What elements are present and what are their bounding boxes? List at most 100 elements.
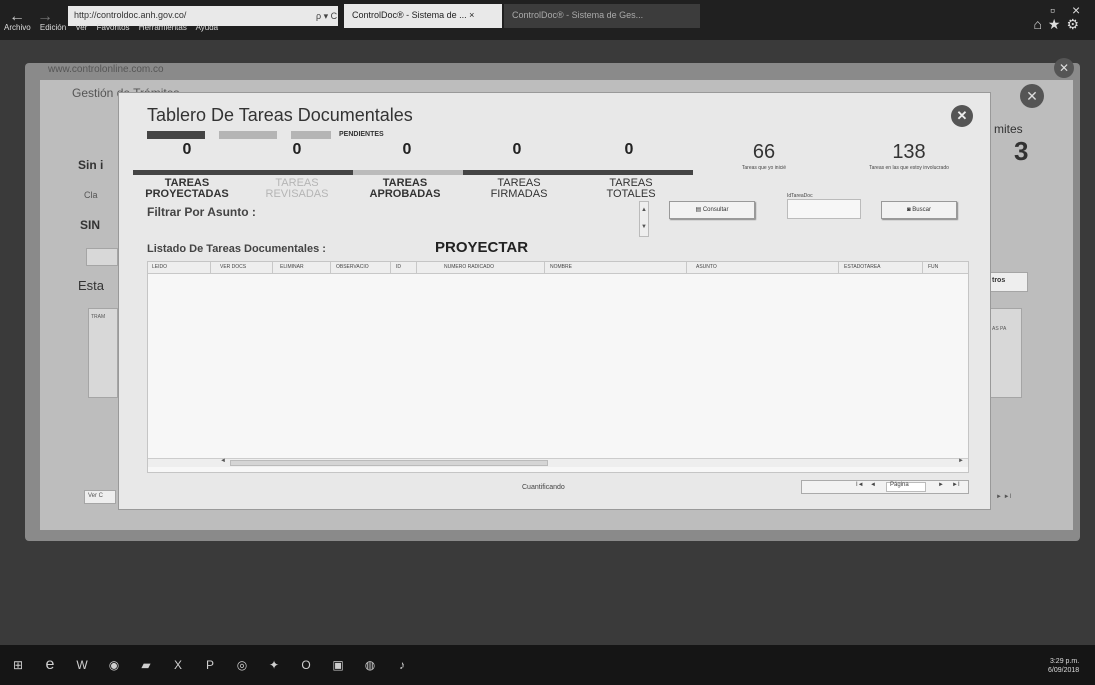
column-divider [922, 262, 923, 274]
search-label: Buscar [912, 207, 931, 213]
filter-label: Filtrar Por Asunto : [147, 205, 256, 219]
bg-text-fragment: TRAM [91, 314, 106, 320]
category-total[interactable]: TAREAS TOTALES [581, 178, 681, 200]
close-icon[interactable]: ✕ [951, 105, 973, 127]
menu-item[interactable]: Ver [75, 23, 87, 32]
scroll-right-icon[interactable]: ► [958, 458, 964, 464]
column-divider [330, 262, 331, 274]
clock-date: 6/09/2018 [1048, 667, 1080, 674]
category-reviewed[interactable]: TAREAS REVISADAS [247, 178, 347, 200]
dialog-title: Tablero De Tareas Documentales [147, 105, 413, 125]
menu-bar: Archivo Edición Ver Favoritos Herramient… [0, 20, 229, 36]
tasks-grid: LEIDO VER DOCS ELIMINAR OBSERVACIO ID NU… [147, 261, 969, 473]
next-page-icon[interactable]: ► [938, 482, 944, 488]
column-divider [544, 262, 545, 274]
column-header[interactable]: ELIMINAR [280, 264, 304, 270]
bg-number-fragment: 3 [1014, 136, 1029, 166]
started-caption: Tareas que yo inicié [741, 165, 787, 171]
category-line: FIRMADAS [490, 188, 548, 200]
menu-item[interactable]: Herramientas [139, 23, 187, 32]
category-line: APROBADAS [369, 188, 441, 200]
column-divider [686, 262, 687, 274]
count-total: 0 [624, 141, 634, 158]
column-header[interactable]: ASUNTO [696, 264, 717, 270]
grid-header: LEIDO VER DOCS ELIMINAR OBSERVACIO ID NU… [148, 262, 968, 274]
column-divider [390, 262, 391, 274]
tab-indicator [219, 131, 277, 139]
category-approved[interactable]: TAREAS APROBADAS [355, 178, 455, 200]
bg-input [86, 248, 118, 266]
last-page-icon[interactable]: ►I [952, 482, 960, 488]
column-header[interactable]: OBSERVACIO [336, 264, 369, 270]
taskbar: ⊞ e W ◉ ▰ X P ◎ ✦ O ▣ ◍ ♪ 3:29 p.m. 6/09… [0, 645, 1095, 685]
scroll-up-icon[interactable]: ▲ [640, 202, 648, 219]
menu-item[interactable]: Favoritos [97, 23, 130, 32]
browser-tab-inactive[interactable]: ControlDoc® - Sistema de Ges... [504, 4, 700, 28]
word-icon[interactable]: W [74, 657, 90, 673]
column-header[interactable]: NOMBRE [550, 264, 572, 270]
search-refresh-icon[interactable]: ρ ▾ C [316, 6, 337, 26]
category-projected[interactable]: TAREAS PROYECTADAS [137, 178, 237, 200]
scroll-left-icon[interactable]: ◄ [220, 458, 226, 464]
tool-icon[interactable]: ♪ [394, 657, 410, 673]
browser-tab-active[interactable]: ControlDoc® - Sistema de ... × [344, 4, 502, 28]
folder-icon[interactable]: ▰ [138, 657, 154, 673]
column-header[interactable]: ID [396, 264, 401, 270]
favorites-icons[interactable]: ⌂★⚙ [1033, 16, 1085, 33]
menu-item[interactable]: Archivo [4, 23, 31, 32]
category-line: PROYECTADAS [145, 188, 229, 200]
underline-projected [133, 170, 243, 175]
internet-explorer-icon[interactable]: e [42, 657, 58, 673]
involved-count: 138 [892, 141, 926, 163]
tramites-close-icon[interactable]: ✕ [1020, 84, 1044, 108]
excel-icon[interactable]: X [170, 657, 186, 673]
app-icon[interactable]: ✦ [266, 657, 282, 673]
column-divider [838, 262, 839, 274]
bg-text-fragment: Esta [78, 278, 105, 293]
outlook-icon[interactable]: O [298, 657, 314, 673]
count-approved: 0 [402, 141, 412, 158]
category-signed[interactable]: TAREAS FIRMADAS [469, 178, 569, 200]
count-projected: 0 [182, 141, 192, 158]
powerpoint-icon[interactable]: P [202, 657, 218, 673]
page-label: Página [890, 482, 909, 488]
menu-item[interactable]: Edición [40, 23, 66, 32]
category-line: TOTALES [606, 188, 656, 200]
started-count: 66 [752, 141, 776, 163]
column-divider [416, 262, 417, 274]
involved-caption: Tareas en las que estoy involucrado [869, 165, 949, 171]
scroll-thumb[interactable] [230, 460, 548, 466]
media-icon[interactable]: ◉ [106, 657, 122, 673]
list-label: Listado De Tareas Documentales : [147, 243, 326, 255]
bg-text-fragment: SIN [80, 218, 101, 232]
column-header[interactable]: LEIDO [152, 264, 167, 270]
count-reviewed: 0 [292, 141, 302, 158]
underline-approved [353, 170, 463, 175]
search-button[interactable]: ◙ Buscar [881, 201, 957, 219]
task-id-input[interactable] [787, 199, 861, 219]
column-header[interactable]: FUN [928, 264, 938, 270]
menu-item[interactable]: Ayuda [196, 23, 219, 32]
category-line: REVISADAS [265, 188, 329, 200]
windows-start-icon[interactable]: ⊞ [10, 657, 26, 673]
window-icon[interactable]: ▣ [330, 657, 346, 673]
first-page-icon[interactable]: I◄ [856, 482, 864, 488]
column-header[interactable]: ESTADOTAREA [844, 264, 881, 270]
filter-scrollbar[interactable]: ▲ ▼ [639, 201, 649, 237]
column-header[interactable]: NUMERO RADICADO [444, 264, 494, 270]
clock[interactable]: 3:29 p.m. 6/09/2018 [1048, 657, 1079, 675]
bg-text-fragment: mites [994, 122, 1023, 136]
bg-text-fragment: tros [992, 277, 1006, 284]
outer-close-icon[interactable]: ✕ [1054, 58, 1074, 78]
underline-signed [463, 170, 575, 175]
document-icon: ▤ [695, 207, 703, 213]
tab-indicator-active [147, 131, 205, 139]
chrome-icon[interactable]: ◎ [234, 657, 250, 673]
column-header[interactable]: VER DOCS [220, 264, 246, 270]
browser-icon[interactable]: ◍ [362, 657, 378, 673]
bg-table [990, 308, 1022, 398]
scroll-down-icon[interactable]: ▼ [640, 219, 648, 236]
prev-page-icon[interactable]: ◄ [870, 482, 876, 488]
horizontal-scrollbar[interactable]: ◄ ► [148, 458, 968, 467]
consult-button[interactable]: ▤ Consultar [669, 201, 755, 219]
